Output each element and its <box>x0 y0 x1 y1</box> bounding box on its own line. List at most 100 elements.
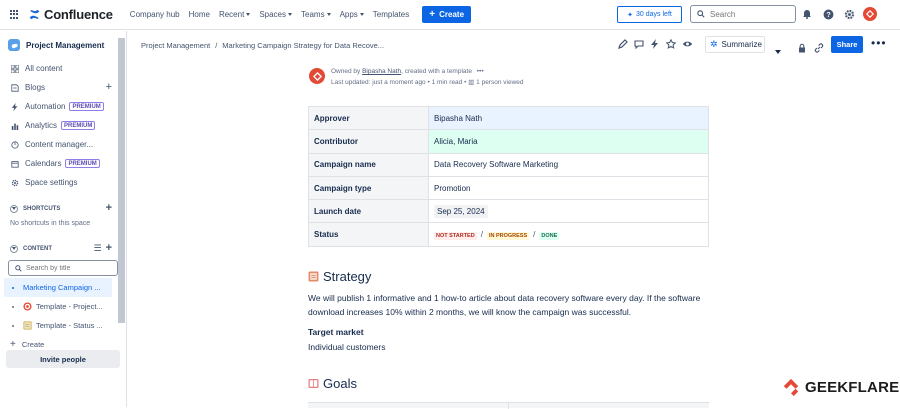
nav-recent[interactable]: Recent <box>219 10 251 19</box>
owner-suffix: , created with a template <box>401 68 472 75</box>
shortcuts-label: SHORTCUTS <box>23 205 61 212</box>
property-value[interactable]: Alicia, Maria <box>428 129 709 154</box>
byline-more-icon[interactable]: ••• <box>477 68 484 75</box>
sidebar-search-input[interactable] <box>26 264 106 272</box>
all-content-icon <box>10 64 19 73</box>
last-updated: Last updated: just a moment ago <box>331 79 426 86</box>
link-icon[interactable] <box>814 40 824 58</box>
notifications-icon[interactable] <box>800 7 814 21</box>
sidebar-item-blogs[interactable]: Blogs + <box>0 78 126 97</box>
owner-avatar[interactable] <box>309 68 325 84</box>
tree-item-template-status[interactable]: Template - Status ... <box>0 316 126 335</box>
date-lozenge[interactable]: Sep 25, 2024 <box>434 204 488 218</box>
views-count[interactable]: 1 person viewed <box>476 79 523 86</box>
bullet-icon <box>12 305 14 308</box>
lightning-icon <box>10 102 19 111</box>
avatar-logo-icon <box>312 71 322 81</box>
add-blog-icon[interactable]: + <box>106 82 112 93</box>
nav-spaces[interactable]: Spaces <box>259 10 292 19</box>
tree-item-marketing-campaign[interactable]: Marketing Campaign ... <box>4 278 112 297</box>
search-input[interactable] <box>710 9 790 19</box>
owner-name-link[interactable]: Bipasha Nath <box>362 68 401 75</box>
campaign-properties-table: Approver Bipasha Nath Contributor Alicia… <box>308 105 709 247</box>
sidebar-scrollbar[interactable] <box>118 38 125 323</box>
avatar-logo-icon <box>866 10 874 18</box>
table-row: Contributor Alicia, Maria <box>308 129 709 154</box>
summarize-dropdown-chevron-icon[interactable] <box>773 41 781 59</box>
comment-icon[interactable] <box>633 38 645 50</box>
sidebar-item-label: Content manager... <box>25 140 94 149</box>
tree-item-label: Template - Project... <box>36 302 103 311</box>
nav-spaces-label: Spaces <box>259 10 286 19</box>
breadcrumb-separator: / <box>215 40 218 50</box>
svg-text:?: ? <box>826 11 830 19</box>
property-value-cell: Sep 25, 2024 <box>428 199 709 224</box>
sidebar-item-label: Automation <box>25 102 66 111</box>
sidebar-item-all-content[interactable]: All content <box>0 59 126 78</box>
tree-item-label: Marketing Campaign ... <box>23 283 101 292</box>
sidebar-item-analytics[interactable]: Analytics PREMIUM <box>0 116 126 135</box>
sidebar-search[interactable] <box>8 260 118 276</box>
bell-icon <box>803 10 811 19</box>
summarize-button[interactable]: ✲ Summarize <box>705 36 765 53</box>
chevron-down-icon <box>246 13 251 16</box>
property-key: Contributor <box>308 129 429 154</box>
star-icon[interactable] <box>665 38 677 50</box>
nav-company-hub[interactable]: Company hub <box>130 10 180 19</box>
edit-icon[interactable] <box>617 38 629 50</box>
shortcuts-section-header[interactable]: SHORTCUTS + <box>0 201 126 216</box>
chevron-down-icon <box>10 244 18 253</box>
sidebar-item-calendars[interactable]: Calendars PREMIUM <box>0 154 126 173</box>
tree-item-template-project[interactable]: Template - Project... <box>0 297 126 316</box>
space-header[interactable]: Project Management <box>0 31 126 59</box>
table-row: Status NOT STARTED / IN PROGRESS / DONE <box>308 222 709 247</box>
status-lozenge-in-progress[interactable]: IN PROGRESS <box>486 232 530 241</box>
target-market-heading: Target market <box>308 327 364 337</box>
nav-apps-label: Apps <box>339 10 358 19</box>
lightning-icon[interactable] <box>649 38 661 50</box>
content-section-header[interactable]: CONTENT ☰ + <box>0 241 126 256</box>
nav-teams[interactable]: Teams <box>301 10 331 19</box>
confluence-logo[interactable]: Confluence <box>28 7 113 22</box>
nav-apps[interactable]: Apps <box>340 10 364 19</box>
sparkle-icon: ✦ <box>627 11 634 19</box>
nav-teams-label: Teams <box>301 10 325 19</box>
strategy-heading: Strategy <box>308 269 371 284</box>
status-lozenge-done[interactable]: DONE <box>539 232 560 241</box>
views-icon: ▥ <box>468 79 475 86</box>
add-content-icon[interactable]: + <box>106 243 112 254</box>
create-button-label: Create <box>439 10 465 19</box>
chevron-down-icon <box>288 13 292 16</box>
property-value[interactable]: Data Recovery Software Marketing <box>428 152 709 177</box>
breadcrumb-page[interactable]: Marketing Campaign Strategy for Data Rec… <box>222 41 384 50</box>
restrictions-lock-icon[interactable] <box>797 40 807 58</box>
watch-eye-icon[interactable] <box>681 38 693 50</box>
create-button[interactable]: + Create <box>422 6 472 23</box>
invite-people-button[interactable]: Invite people <box>6 350 120 368</box>
add-shortcut-icon[interactable]: + <box>106 203 112 214</box>
filter-icon[interactable]: ☰ <box>93 243 101 254</box>
property-value[interactable]: Promotion <box>428 175 709 201</box>
status-lozenge-not-started[interactable]: NOT STARTED <box>434 232 477 241</box>
trial-label: 30 days left <box>636 11 672 18</box>
help-icon[interactable]: ? <box>821 7 835 21</box>
property-value[interactable]: Bipasha Nath <box>428 105 709 131</box>
user-avatar[interactable] <box>863 7 877 21</box>
settings-icon[interactable] <box>842 7 856 21</box>
nav-templates[interactable]: Templates <box>373 10 409 19</box>
calendar-icon <box>10 159 19 168</box>
memo-emoji-icon <box>23 321 32 330</box>
more-actions-icon[interactable]: ••• <box>871 36 887 50</box>
sidebar-item-automation[interactable]: Automation PREMIUM <box>0 97 126 116</box>
notebook-emoji-icon <box>308 271 319 282</box>
app-switcher-icon[interactable] <box>10 9 20 20</box>
breadcrumb-space[interactable]: Project Management <box>141 41 210 50</box>
sidebar-item-space-settings[interactable]: Space settings <box>0 173 126 192</box>
sidebar-item-content-manager[interactable]: Content manager... <box>0 135 126 154</box>
trial-button[interactable]: ✦ 30 days left <box>617 6 682 23</box>
nav-home[interactable]: Home <box>189 10 210 19</box>
property-key: Campaign type <box>308 175 429 201</box>
global-search[interactable] <box>690 5 796 23</box>
share-button[interactable]: Share <box>831 36 863 53</box>
logo-text: Confluence <box>44 7 113 22</box>
